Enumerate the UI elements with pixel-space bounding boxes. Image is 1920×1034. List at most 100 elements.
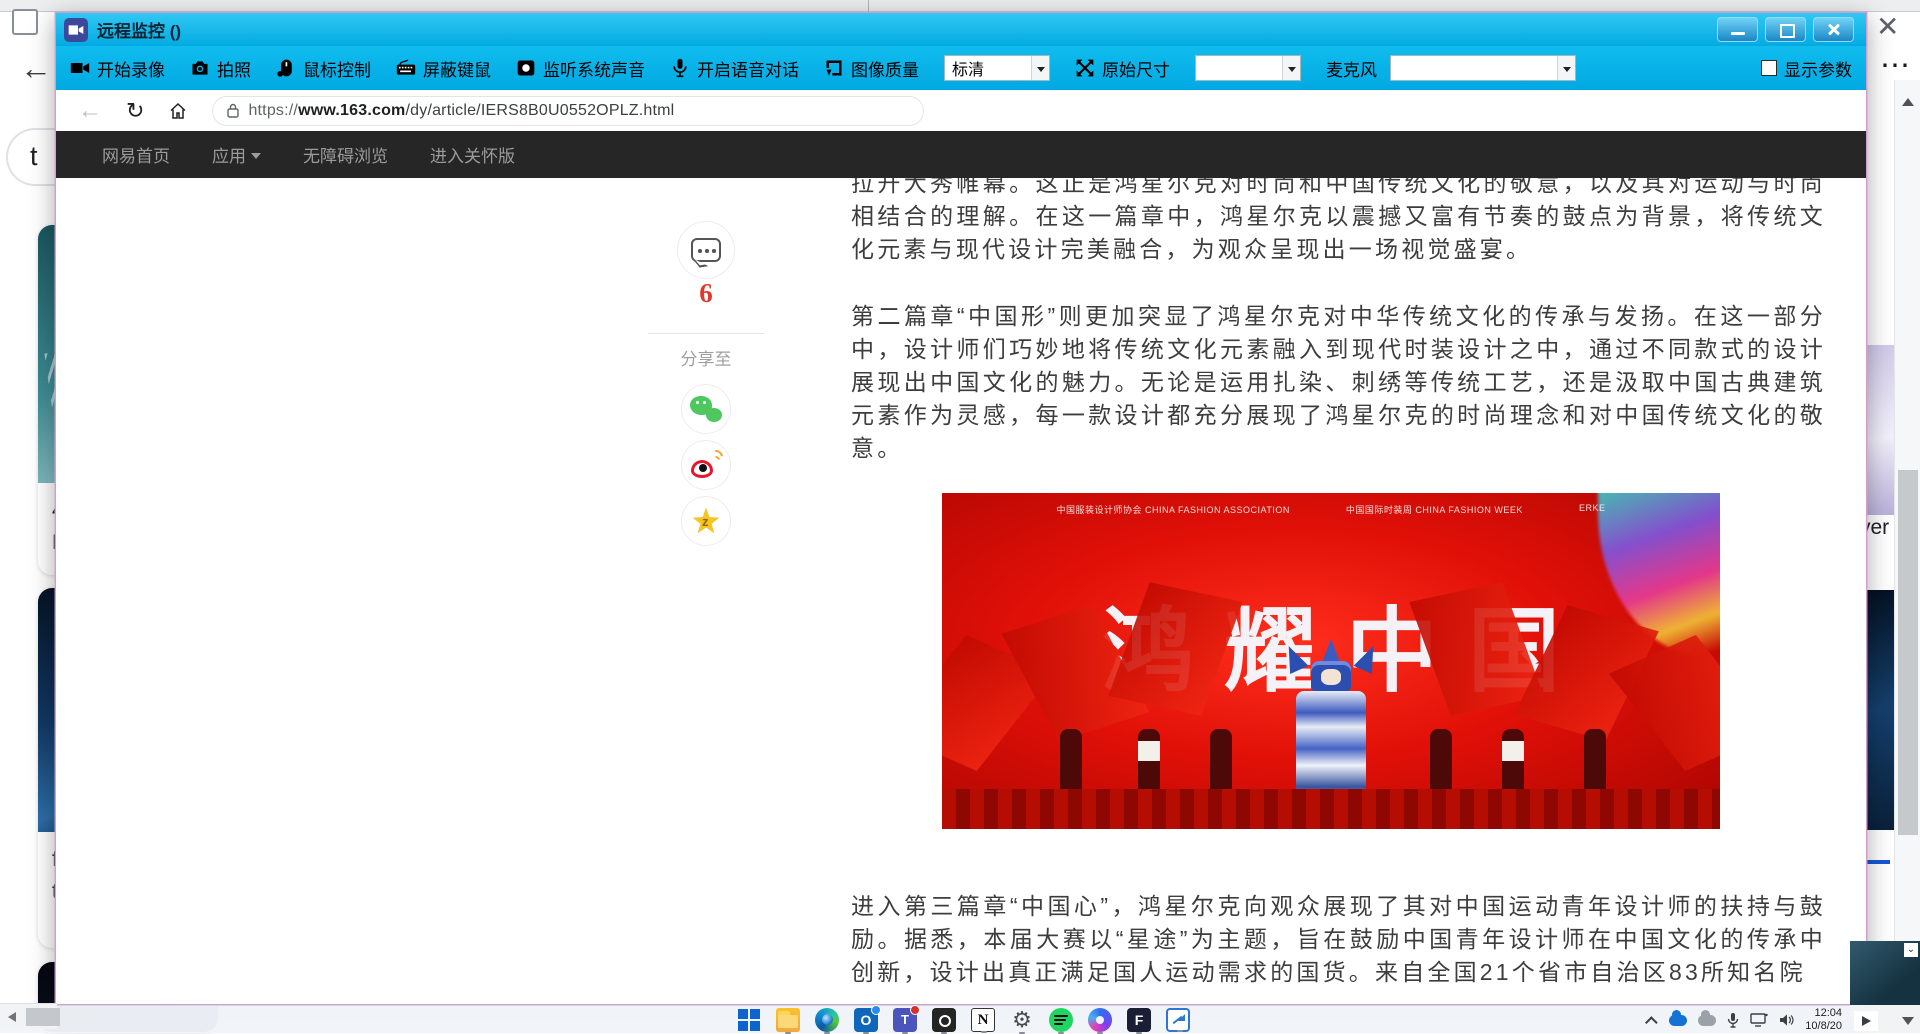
settings-gear-icon[interactable]: ⚙ (1010, 1008, 1034, 1032)
block-keyboard-mouse-button[interactable]: 屏蔽键鼠 (396, 56, 491, 81)
file-explorer-icon[interactable] (776, 1008, 800, 1032)
swirl-app-icon[interactable] (1088, 1008, 1112, 1032)
image-quality-group: 图像质量 (824, 56, 919, 81)
microphone-select[interactable] (1390, 55, 1576, 81)
remote-toolbar: 开始录像 拍照 鼠标控制 屏蔽键鼠 监听系统声音 开启语音对话 图像质量 标清 (56, 46, 1866, 90)
onedrive-cloud-icon[interactable] (1669, 1015, 1687, 1026)
listen-system-sound-button[interactable]: 监听系统声音 (516, 56, 645, 81)
chevron-down-icon[interactable]: ⌄ (1904, 943, 1918, 957)
photo-logo: 中国国际时装周 CHINA FASHION WEEK (1346, 503, 1523, 516)
cloud-sync-icon[interactable] (1698, 1015, 1716, 1026)
original-size-select[interactable] (1195, 55, 1301, 81)
display-tray-icon[interactable] (1750, 1013, 1768, 1027)
clock-date: 10/8/20 (1805, 1020, 1842, 1033)
camera-icon (190, 58, 210, 78)
start-button[interactable] (737, 1008, 761, 1032)
cast-app-icon[interactable] (1166, 1008, 1190, 1032)
spotify-icon[interactable] (1049, 1008, 1073, 1032)
photo-logo: 中国服装设计师协会 CHINA FASHION ASSOCIATION (1057, 503, 1290, 516)
start-recording-button[interactable]: 开始录像 (70, 56, 165, 81)
background-search-text: t (30, 141, 38, 172)
article-stage-photo: 中国服装设计师协会 CHINA FASHION ASSOCIATION 中国国际… (942, 493, 1720, 829)
share-weibo-button[interactable] (681, 440, 731, 490)
taskbar: O T N ⚙ F 12:04 10/8/20 (0, 1005, 1920, 1033)
back-arrow-icon[interactable]: ← (20, 52, 52, 84)
mouse-control-button[interactable]: 鼠标控制 (276, 56, 371, 81)
dropdown-arrow-icon (1557, 56, 1575, 80)
background-tab-divider (868, 0, 869, 12)
maximize-button[interactable] (1765, 17, 1806, 42)
lock-icon (227, 103, 239, 118)
nav-item-accessibility[interactable]: 无障碍浏览 (303, 142, 388, 167)
comment-bubble-icon (691, 238, 721, 262)
sound-monitor-icon (516, 58, 536, 78)
address-bar[interactable]: https://www.163.com/dy/article/IERS8B0U0… (212, 96, 924, 126)
speaker-tray-icon[interactable] (1779, 1013, 1794, 1027)
article-paragraph: 第二篇章“中国形”则更加突显了鸿星尔克对中华传统文化的传承与发扬。在这一部分中，… (851, 300, 1826, 465)
scroll-left-arrow-icon[interactable] (8, 1012, 16, 1022)
wechat-icon (690, 396, 722, 422)
capture-app-icon[interactable] (932, 1008, 956, 1032)
comment-count[interactable]: 6 (677, 278, 735, 309)
video-camera-icon (70, 58, 90, 78)
background-vertical-scrollbar[interactable] (1894, 80, 1920, 1005)
nav-item-apps[interactable]: 应用 (212, 142, 261, 167)
scroll-up-arrow-icon[interactable] (1902, 98, 1914, 106)
netease-nav-bar: 网易首页 应用 无障碍浏览 进入关怀版 (56, 131, 1866, 178)
more-options-icon[interactable]: ⋯ (1880, 48, 1911, 83)
teams-icon[interactable]: T (893, 1008, 917, 1032)
notion-icon[interactable]: N (971, 1008, 995, 1032)
image-quality-select[interactable]: 标清 (944, 55, 1050, 81)
url-host: www.163.com (298, 102, 405, 119)
remote-browser-toolbar: ← ↻ https://www.163.com/dy/article/IERS8… (56, 90, 1866, 131)
remote-app-icon (64, 18, 88, 42)
comment-button[interactable] (677, 221, 735, 279)
browser-refresh-icon[interactable]: ↻ (126, 100, 144, 122)
taskbar-clock[interactable]: 12:04 10/8/20 (1805, 1007, 1842, 1033)
dropdown-arrow-icon (1031, 56, 1049, 80)
nav-item-care-version[interactable]: 进入关怀版 (430, 142, 515, 167)
article-paragraph: 拉开大秀帷幕。这正是鸿星尔克对时尚和中国传统文化的敬意，以及其对运动与时尚相结合… (851, 178, 1826, 266)
take-photo-button[interactable]: 拍照 (190, 56, 251, 81)
microphone-tray-icon[interactable] (1727, 1012, 1739, 1028)
dancer-figure (1502, 729, 1524, 795)
background-horizontal-scrollbar[interactable] (0, 1003, 57, 1029)
f-app-icon[interactable]: F (1127, 1008, 1151, 1032)
mouse-icon (276, 58, 296, 78)
image-quality-icon (824, 58, 844, 78)
dancer-figure (1584, 729, 1606, 795)
window-title: 远程监控 () (97, 17, 181, 42)
remote-window-titlebar[interactable]: 远程监控 () (56, 13, 1866, 46)
scroll-right-arrow-icon[interactable] (1854, 1011, 1878, 1031)
background-window-corner: ⌄ (1850, 941, 1920, 1033)
microphone-group: 麦克风 (1326, 56, 1377, 81)
remote-monitoring-window: 远程监控 () 开始录像 拍照 鼠标控制 屏蔽键鼠 监听系统声音 (55, 12, 1867, 1005)
background-close-icon[interactable]: ✕ (1876, 10, 1899, 43)
microphone-icon (670, 58, 690, 78)
voice-chat-button[interactable]: 开启语音对话 (670, 56, 799, 81)
scrollbar-thumb[interactable] (26, 1008, 60, 1026)
clock-time: 12:04 (1805, 1007, 1842, 1020)
checkbox-icon (1761, 60, 1777, 76)
tray-chevron-up-icon[interactable] (1645, 1016, 1658, 1029)
browser-home-icon[interactable] (168, 101, 188, 121)
outlook-icon[interactable]: O (854, 1008, 878, 1032)
share-qzone-button[interactable] (681, 496, 731, 546)
scrollbar-thumb[interactable] (1898, 470, 1918, 835)
browser-back-icon[interactable]: ← (78, 100, 102, 122)
share-wechat-button[interactable] (681, 384, 731, 434)
photo-logo-erke: ERKE (1579, 503, 1606, 516)
edge-browser-icon[interactable] (815, 1008, 839, 1032)
background-browser-top-strip (0, 0, 1920, 12)
nav-item-home[interactable]: 网易首页 (102, 142, 170, 167)
close-button[interactable] (1813, 17, 1854, 42)
share-to-label: 分享至 (648, 345, 764, 370)
minimize-button[interactable] (1717, 17, 1758, 42)
original-size-group: 原始尺寸 (1075, 56, 1170, 81)
remote-desktop-view[interactable]: ← ↻ https://www.163.com/dy/article/IERS8… (56, 90, 1866, 1004)
show-params-checkbox[interactable]: 显示参数 (1761, 56, 1852, 81)
dancer-figure (1210, 729, 1232, 795)
qzone-star-icon (692, 508, 720, 535)
dancer-figure (1060, 729, 1082, 795)
scroll-down-arrow-icon[interactable] (1902, 1017, 1914, 1025)
